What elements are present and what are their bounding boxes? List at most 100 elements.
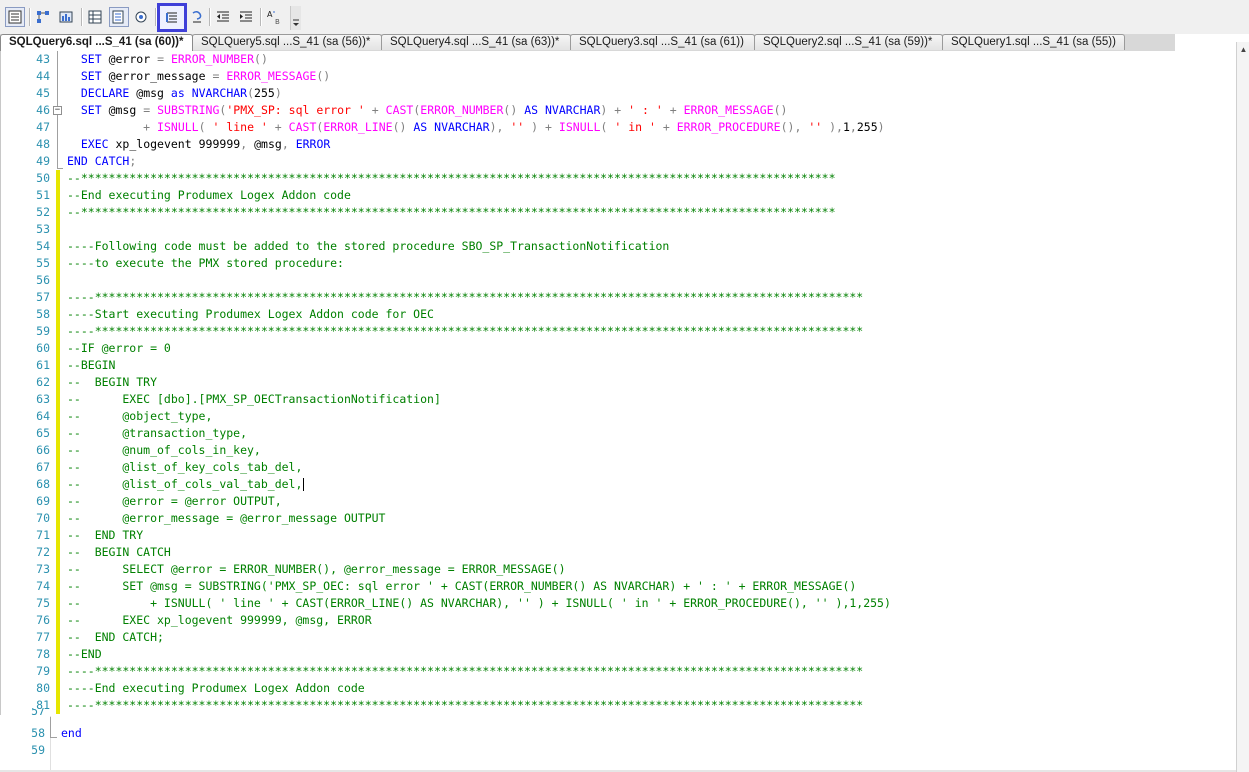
code-line: --End executing Produmex Logex Addon cod… bbox=[67, 187, 351, 204]
tab-sqlquery1[interactable]: SQLQuery1.sql ...S_41 (sa (55)) bbox=[942, 34, 1125, 50]
keyword: END bbox=[67, 154, 88, 168]
include-plan-icon[interactable] bbox=[34, 7, 54, 27]
code-line: END CATCH; bbox=[67, 153, 136, 170]
operator: + bbox=[371, 103, 379, 117]
vertical-scrollbar[interactable]: ▲ bbox=[1236, 42, 1249, 772]
operator: ( bbox=[254, 52, 261, 66]
function-name: ERROR_LINE bbox=[323, 120, 393, 134]
uncomment-lines-icon[interactable] bbox=[187, 7, 207, 27]
symbol: 2 bbox=[254, 86, 261, 100]
svg-text:B: B bbox=[275, 18, 280, 25]
decrease-indent-icon[interactable] bbox=[213, 7, 233, 27]
editor-lower-pane[interactable] bbox=[0, 715, 1236, 772]
code-line: SET @msg = SUBSTRING ('PMX_SP: sql error … bbox=[67, 102, 788, 119]
tab-sqlquery2[interactable]: SQLQuery2.sql ...S_41 (sa (59))* bbox=[754, 34, 943, 50]
string-literal: ' : ' bbox=[628, 103, 663, 117]
line-number: 75 bbox=[36, 596, 50, 610]
comment-text: --BEGIN bbox=[67, 358, 116, 372]
operator: , bbox=[794, 120, 802, 134]
change-marker-bar bbox=[56, 170, 60, 714]
keyword: as bbox=[170, 86, 185, 100]
code-line: SET @error_message = ERROR_MESSAGE() bbox=[67, 68, 330, 85]
increase-indent-icon[interactable] bbox=[236, 7, 256, 27]
line-number: 64 bbox=[36, 409, 50, 423]
operator: + bbox=[545, 120, 552, 134]
comment-text: ----************************************… bbox=[67, 324, 864, 338]
code-line: ----************************************… bbox=[67, 697, 863, 714]
line-number: 57 bbox=[31, 708, 45, 716]
code-line: ----************************************… bbox=[67, 323, 863, 340]
operator: , bbox=[240, 137, 248, 151]
tab-sqlquery5[interactable]: SQLQuery5.sql ...S_41 (sa (56))* bbox=[192, 34, 382, 50]
line-number: 44 bbox=[36, 69, 50, 83]
comment-text: -- @list_of_cols_val_tab_del, bbox=[67, 477, 303, 491]
keyword: AS bbox=[524, 103, 539, 117]
code-line: ----Following code must be added to the … bbox=[67, 238, 669, 255]
line-number: 58 bbox=[36, 307, 50, 321]
operator: , bbox=[281, 137, 289, 151]
operator: ) bbox=[780, 103, 788, 117]
comment-text: -- @transaction_type, bbox=[67, 426, 248, 440]
string-literal: '' bbox=[510, 120, 525, 134]
operator: + bbox=[614, 103, 622, 117]
line-number: 70 bbox=[36, 511, 50, 525]
svg-text:A: A bbox=[267, 10, 273, 19]
comment-text: -- EXEC xp_logevent 999999, @msg, ERROR bbox=[67, 613, 372, 627]
code-line: --BEGIN bbox=[67, 357, 115, 374]
operator: ( bbox=[773, 103, 781, 117]
keyword: SET bbox=[80, 69, 102, 83]
comment-text: -- @error_message = @error_message OUTPU… bbox=[67, 511, 386, 525]
comment-text: -- END TRY bbox=[67, 528, 144, 542]
tab-sqlquery3[interactable]: SQLQuery3.sql ...S_41 (sa (61)) bbox=[570, 34, 755, 50]
comment-lines-icon[interactable] bbox=[157, 3, 187, 32]
code-line: -- END TRY bbox=[67, 527, 143, 544]
results-to-file-icon[interactable] bbox=[109, 7, 129, 27]
comment-text: --END bbox=[67, 647, 102, 661]
comment-text: -- EXEC [dbo].[PMX_SP_OECTransactionNoti… bbox=[67, 392, 441, 406]
operator: ) bbox=[510, 103, 518, 117]
operator: ) bbox=[531, 120, 539, 134]
code-line: ----Start executing Produmex Logex Addon… bbox=[67, 306, 434, 323]
operator: ) bbox=[274, 86, 282, 100]
code-line: -- @list_of_key_cols_tab_del, bbox=[67, 459, 302, 476]
line-number: 61 bbox=[36, 358, 50, 372]
line-number: 68 bbox=[36, 477, 50, 491]
line-number: 62 bbox=[36, 375, 50, 389]
operator: = bbox=[212, 69, 220, 83]
line-number: 43 bbox=[36, 52, 50, 66]
toolbar-overflow-icon[interactable] bbox=[290, 6, 301, 30]
keyword: NVARCHAR bbox=[544, 103, 601, 117]
line-number: 80 bbox=[36, 681, 50, 695]
line-number: 78 bbox=[36, 647, 50, 661]
results-to-text-icon[interactable] bbox=[5, 7, 25, 27]
line-number: 56 bbox=[36, 273, 50, 287]
operator: ; bbox=[129, 154, 137, 168]
identifier: @msg bbox=[108, 103, 137, 117]
client-stats-icon[interactable] bbox=[57, 7, 77, 27]
line-number: 77 bbox=[36, 630, 50, 644]
results-to-grid-icon[interactable] bbox=[86, 7, 106, 27]
collapse-icon[interactable]: − bbox=[53, 106, 62, 115]
query-options-icon[interactable] bbox=[132, 7, 152, 27]
operator: = bbox=[157, 52, 164, 66]
code-line: --**************************************… bbox=[67, 170, 836, 187]
scroll-up-arrow-icon[interactable]: ▲ bbox=[1237, 42, 1249, 57]
tab-sqlquery6[interactable]: SQLQuery6.sql ...S_41 (sa (60))* bbox=[0, 34, 193, 51]
tab-sqlquery4[interactable]: SQLQuery4.sql ...S_41 (sa (63))* bbox=[381, 34, 571, 50]
operator: ( bbox=[247, 86, 255, 100]
keyword: SET bbox=[80, 103, 102, 117]
symbol: 1 bbox=[842, 120, 850, 134]
code-line: -- EXEC xp_logevent 999999, @msg, ERROR bbox=[67, 612, 372, 629]
specify-template-values-icon[interactable]: AB bbox=[265, 7, 285, 27]
comment-text: ----End executing Produmex Logex Addon c… bbox=[67, 681, 365, 695]
function-name: ERROR_NUMBER bbox=[420, 103, 504, 117]
code-token: end bbox=[61, 726, 82, 740]
outline-end-tick bbox=[57, 168, 63, 169]
function-name: CAST bbox=[385, 103, 414, 117]
symbol: 5 bbox=[870, 120, 878, 134]
keyword: SET bbox=[80, 52, 102, 66]
code-line: -- @num_of_cols_in_key, bbox=[67, 442, 261, 459]
comment-text: ----************************************… bbox=[67, 290, 864, 304]
line-number: 65 bbox=[36, 426, 50, 440]
function-name: CAST bbox=[288, 120, 317, 134]
